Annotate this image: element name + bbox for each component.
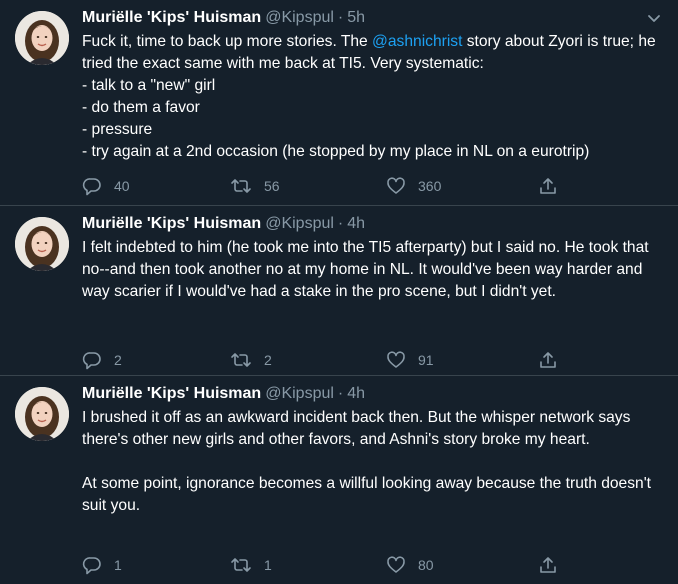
like-count: 91 bbox=[418, 352, 434, 368]
tweet-content: Muriëlle 'Kips' Huisman @Kipspul · 4h I bru… bbox=[82, 384, 664, 517]
like-count: 80 bbox=[418, 557, 434, 573]
reply-count: 1 bbox=[114, 557, 122, 573]
share-icon bbox=[538, 555, 558, 575]
avatar[interactable] bbox=[15, 11, 69, 65]
reply-count: 2 bbox=[114, 352, 122, 368]
like-count: 360 bbox=[418, 178, 442, 194]
tweet-header: Muriëlle 'Kips' Huisman @Kipspul · 4h bbox=[82, 214, 664, 234]
tweet-text: Fuck it, time to back up more stories. T… bbox=[82, 31, 664, 163]
display-name[interactable]: Muriëlle 'Kips' Huisman bbox=[82, 215, 261, 232]
list-line: - do them a favor bbox=[82, 99, 200, 116]
reply-count: 40 bbox=[114, 178, 130, 194]
retweet-count: 2 bbox=[264, 352, 272, 368]
like-button[interactable]: 80 bbox=[386, 554, 434, 576]
display-name[interactable]: Muriëlle 'Kips' Huisman bbox=[82, 385, 261, 402]
reply-button[interactable]: 40 bbox=[82, 175, 130, 197]
retweet-button[interactable]: 2 bbox=[230, 349, 272, 371]
tweet-actions: 2 2 91 bbox=[82, 349, 602, 371]
tweet-text: I felt indebted to him (he took me into … bbox=[82, 237, 664, 303]
timestamp[interactable]: 4h bbox=[347, 215, 365, 232]
heart-icon bbox=[386, 176, 406, 196]
list-line: - pressure bbox=[82, 121, 153, 138]
paragraph: I felt indebted to him (he took me into … bbox=[82, 239, 649, 300]
tweet-header: Muriëlle 'Kips' Huisman @Kipspul · 4h bbox=[82, 384, 664, 404]
separator: · bbox=[337, 385, 344, 402]
tweet-header: Muriëlle 'Kips' Huisman @Kipspul · 5h bbox=[82, 8, 664, 28]
reply-button[interactable]: 2 bbox=[82, 349, 122, 371]
retweet-icon bbox=[230, 350, 252, 370]
tweet-text: I brushed it off as an awkward incident … bbox=[82, 407, 664, 517]
paragraph: At some point, ignorance becomes a willf… bbox=[82, 475, 652, 514]
separator: · bbox=[337, 9, 344, 26]
paragraph: I brushed it off as an awkward incident … bbox=[82, 409, 631, 448]
tweet[interactable]: Muriëlle 'Kips' Huisman @Kipspul · 5h Fuck … bbox=[0, 0, 678, 206]
tweet-actions: 40 56 360 bbox=[82, 175, 602, 197]
user-handle[interactable]: @Kipspul bbox=[265, 215, 334, 232]
heart-icon bbox=[386, 350, 406, 370]
tweet-content: Muriëlle 'Kips' Huisman @Kipspul · 5h Fuck … bbox=[82, 8, 664, 163]
heart-icon bbox=[386, 555, 406, 575]
share-icon bbox=[538, 176, 558, 196]
tweet-content: Muriëlle 'Kips' Huisman @Kipspul · 4h I fel… bbox=[82, 214, 664, 303]
retweet-icon bbox=[230, 555, 252, 575]
timestamp[interactable]: 4h bbox=[347, 385, 365, 402]
list-line: - try again at a 2nd occasion (he stoppe… bbox=[82, 143, 590, 160]
display-name[interactable]: Muriëlle 'Kips' Huisman bbox=[82, 9, 261, 26]
tweet-actions: 1 1 80 bbox=[82, 554, 602, 576]
avatar[interactable] bbox=[15, 217, 69, 271]
reply-icon bbox=[82, 555, 102, 575]
reply-button[interactable]: 1 bbox=[82, 554, 122, 576]
share-button[interactable] bbox=[538, 554, 558, 576]
share-icon bbox=[538, 350, 558, 370]
reply-icon bbox=[82, 350, 102, 370]
retweet-button[interactable]: 1 bbox=[230, 554, 272, 576]
like-button[interactable]: 91 bbox=[386, 349, 434, 371]
text-segment: Fuck it, time to back up more stories. T… bbox=[82, 33, 373, 50]
tweet[interactable]: Muriëlle 'Kips' Huisman @Kipspul · 4h I fel… bbox=[0, 206, 678, 376]
share-button[interactable] bbox=[538, 349, 558, 371]
user-handle[interactable]: @Kipspul bbox=[265, 9, 334, 26]
retweet-button[interactable]: 56 bbox=[230, 175, 280, 197]
reply-icon bbox=[82, 176, 102, 196]
mention-link[interactable]: @ashnichrist bbox=[372, 33, 462, 50]
timestamp[interactable]: 5h bbox=[347, 9, 365, 26]
separator: · bbox=[337, 215, 344, 232]
retweet-icon bbox=[230, 176, 252, 196]
like-button[interactable]: 360 bbox=[386, 175, 441, 197]
tweet[interactable]: Muriëlle 'Kips' Huisman @Kipspul · 4h I bru… bbox=[0, 376, 678, 584]
user-handle[interactable]: @Kipspul bbox=[265, 385, 334, 402]
retweet-count: 1 bbox=[264, 557, 272, 573]
list-line: - talk to a "new" girl bbox=[82, 77, 216, 94]
retweet-count: 56 bbox=[264, 178, 280, 194]
share-button[interactable] bbox=[538, 175, 558, 197]
avatar[interactable] bbox=[15, 387, 69, 441]
chevron-down-icon[interactable] bbox=[644, 8, 664, 28]
